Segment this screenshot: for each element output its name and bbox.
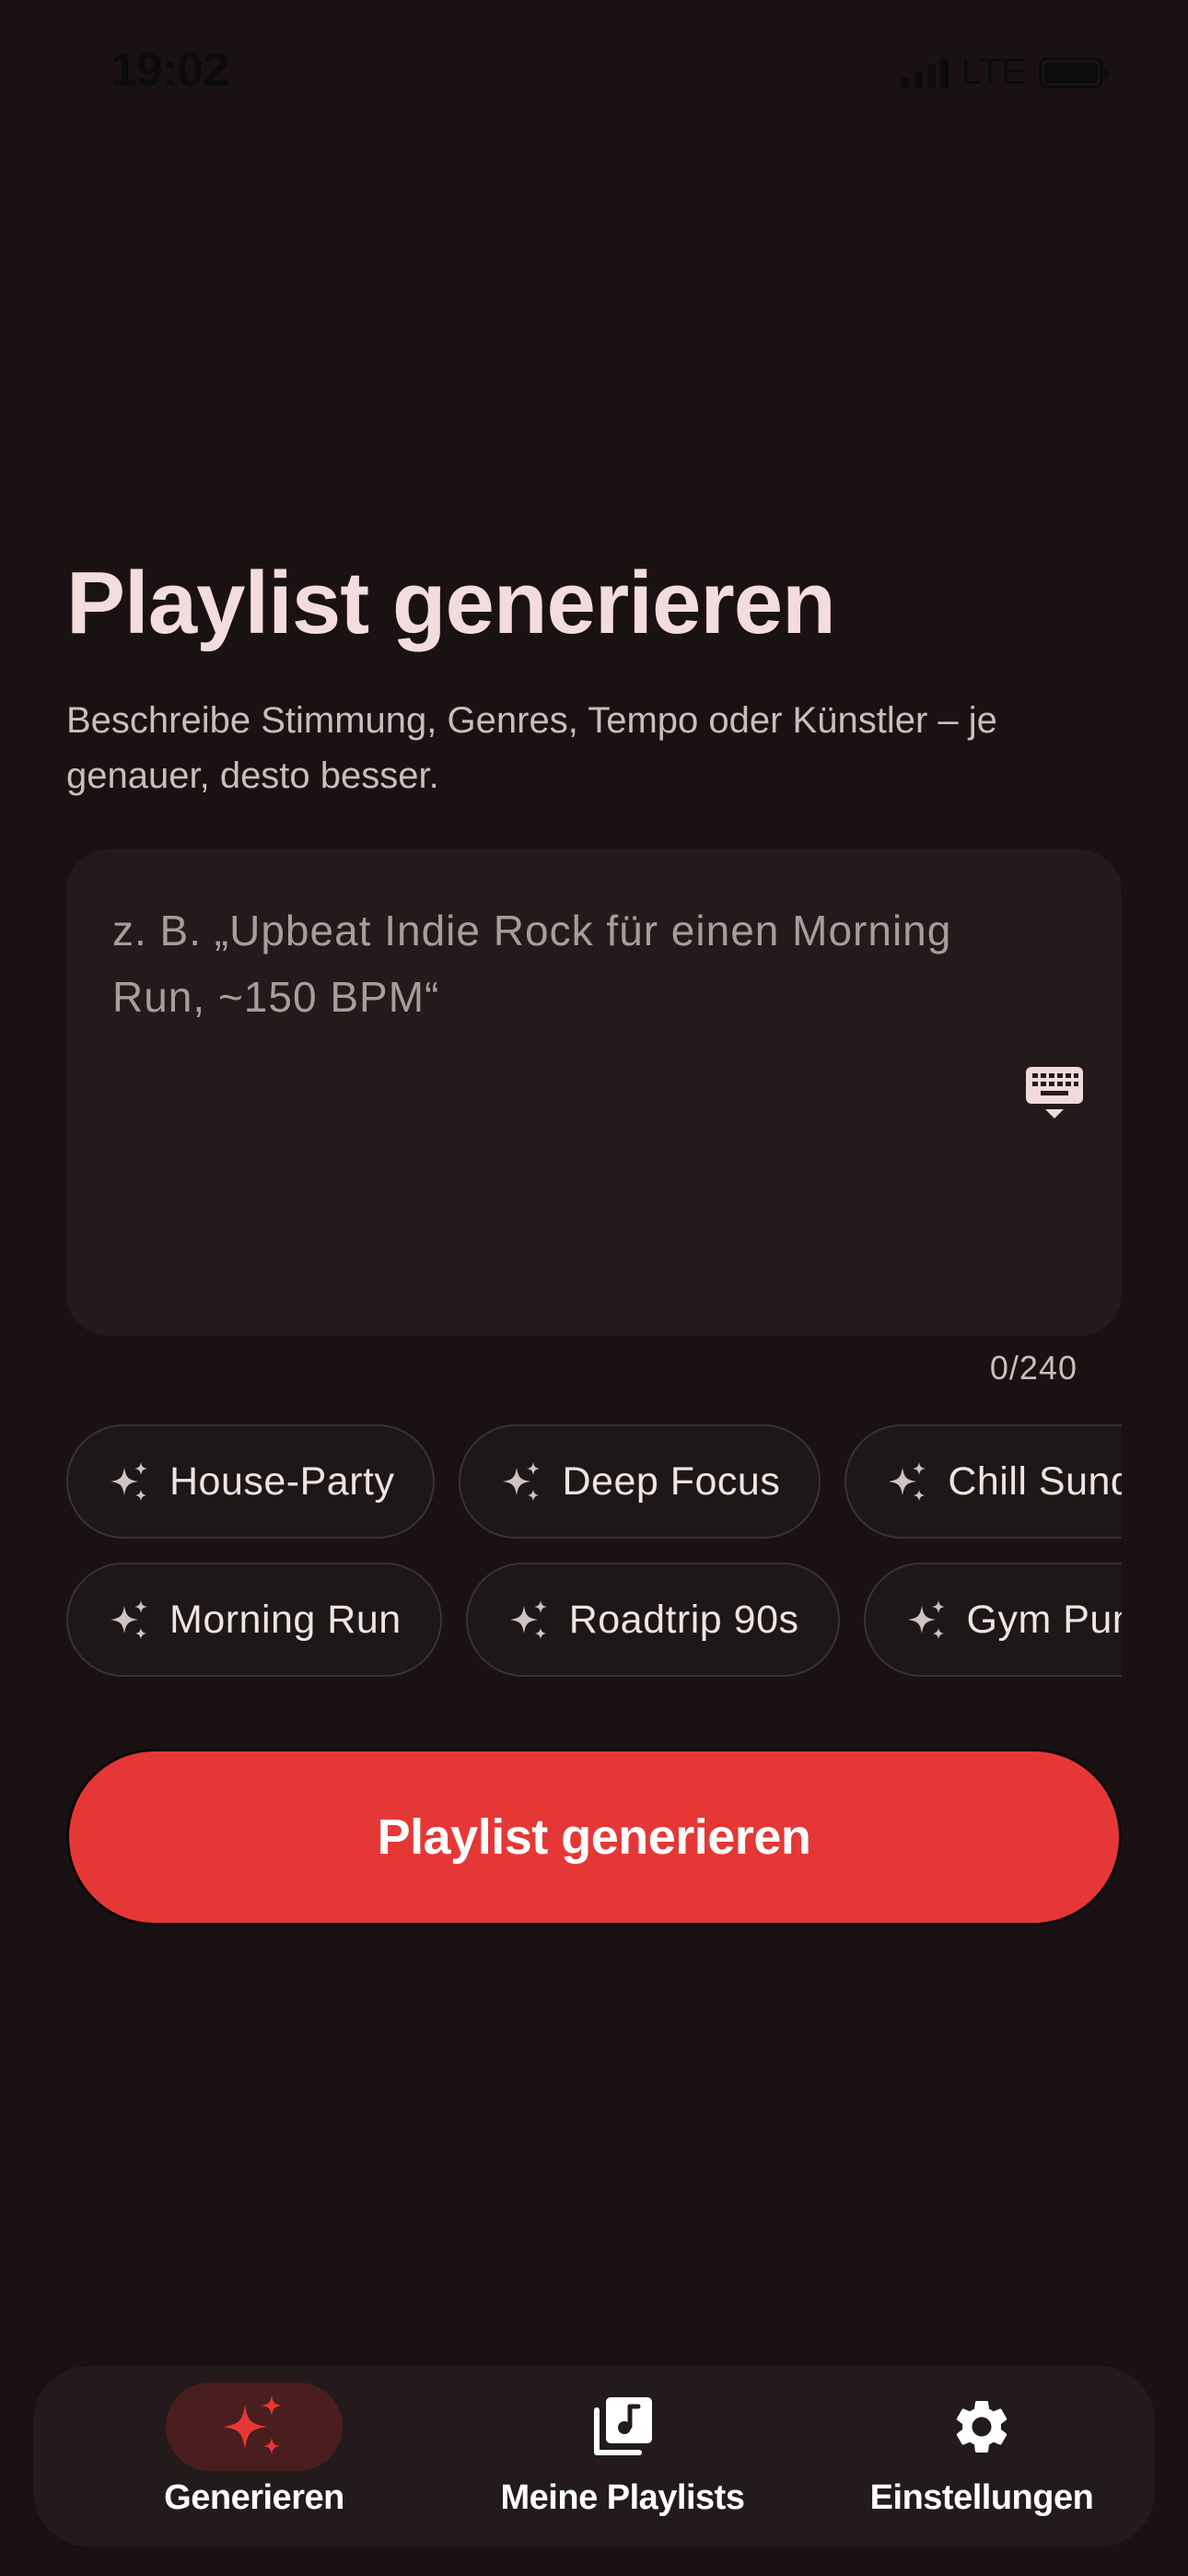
page-title: Playlist generieren: [66, 554, 836, 652]
prompt-input-container[interactable]: [66, 849, 1122, 1336]
nav-active-indicator: [166, 2383, 343, 2471]
chip-label: Deep Focus: [562, 1458, 781, 1504]
chip-label: Morning Run: [169, 1597, 402, 1642]
suggestion-chip-chill-sunday[interactable]: Chill Sunday: [844, 1424, 1122, 1539]
page-subtitle: Beschreibe Stimmung, Genres, Tempo oder …: [66, 700, 997, 796]
nav-item-einstellungen[interactable]: Einstellungen: [853, 2366, 1111, 2547]
suggestion-chip-roadtrip-90s[interactable]: Roadtrip 90s: [465, 1563, 840, 1677]
bottom-navigation: Generieren Meine Playlists Einstellungen: [33, 2366, 1155, 2547]
keyboard-hide-icon[interactable]: [1024, 1063, 1085, 1124]
nav-label: Generieren: [164, 2478, 344, 2517]
sparkle-icon: [111, 1462, 147, 1501]
sparkle-icon: [509, 1600, 547, 1639]
nav-label: Meine Playlists: [500, 2478, 745, 2517]
suggestion-chip-morning-run[interactable]: Morning Run: [66, 1563, 442, 1677]
chip-label: House-Party: [169, 1458, 395, 1504]
nav-label: Einstellungen: [869, 2478, 1094, 2517]
battery-icon: [1039, 56, 1109, 88]
status-indicators: LTE: [901, 52, 1109, 93]
character-counter: 0/240: [989, 1349, 1077, 1387]
signal-icon: [901, 56, 949, 88]
prompt-input[interactable]: [111, 896, 980, 1286]
sparkle-icon: [889, 1462, 926, 1501]
chip-label: Roadtrip 90s: [568, 1597, 799, 1642]
sparkle-icon: [111, 1600, 147, 1639]
suggestion-chips: House-Party Deep Focus Chill Sunday Morn…: [66, 1424, 1122, 1679]
status-time: 19:02: [111, 43, 229, 97]
nav-item-generieren[interactable]: Generieren: [125, 2366, 383, 2547]
suggestion-row-2: Morning Run Roadtrip 90s Gym Pump: [66, 1563, 1122, 1677]
gear-icon: [956, 2401, 1007, 2453]
sparkle-icon: [907, 1600, 945, 1639]
generate-playlist-button[interactable]: Playlist generieren: [66, 1749, 1122, 1926]
chip-label: Chill Sunday: [948, 1458, 1122, 1504]
music-library-icon: [594, 2397, 652, 2455]
suggestion-row-1: House-Party Deep Focus Chill Sunday: [66, 1424, 1122, 1539]
network-type: LTE: [961, 52, 1026, 92]
nav-item-meine-playlists[interactable]: Meine Playlists: [448, 2366, 798, 2547]
chip-label: Gym Pump: [966, 1597, 1123, 1642]
suggestion-chip-gym-pump[interactable]: Gym Pump: [863, 1563, 1123, 1677]
suggestion-chip-house-party[interactable]: House-Party: [66, 1424, 436, 1539]
sparkle-icon: [503, 1462, 541, 1501]
status-bar: 19:02 LTE: [0, 0, 1188, 138]
suggestion-chip-deep-focus[interactable]: Deep Focus: [459, 1424, 821, 1539]
sparkle-icon: [223, 2395, 282, 2454]
